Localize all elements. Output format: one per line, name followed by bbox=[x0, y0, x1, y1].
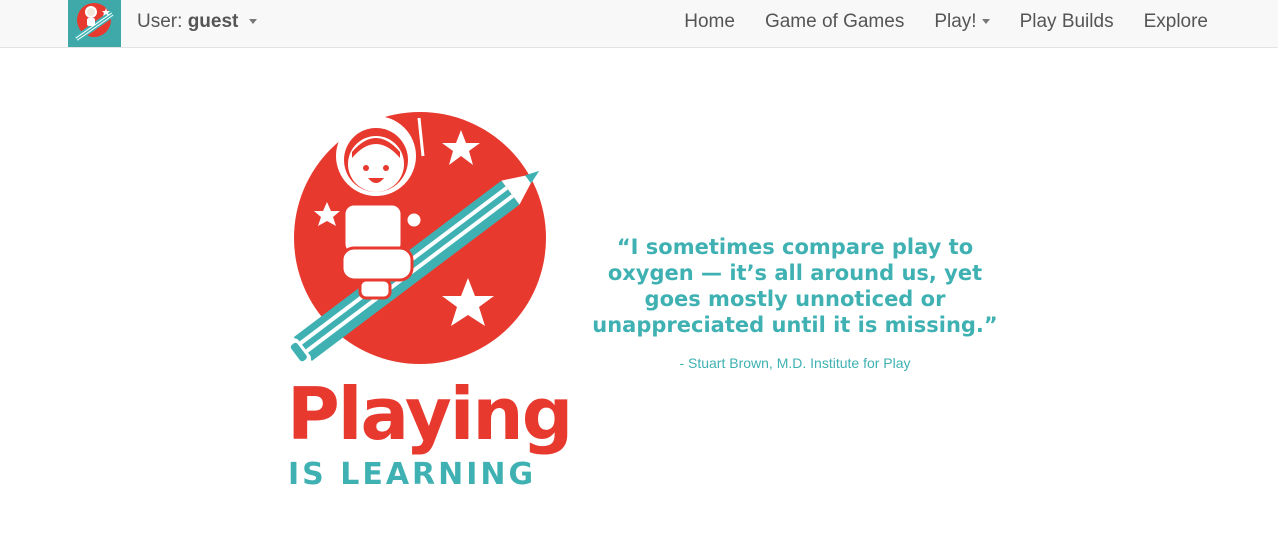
hero-quote: “I sometimes compare play to oxygen — it… bbox=[592, 235, 998, 337]
nav-item-play-label: Play! bbox=[934, 11, 977, 32]
logo-title: Playing bbox=[287, 372, 573, 456]
brand-logo-icon[interactable] bbox=[68, 0, 121, 47]
nav-item-explore[interactable]: Explore bbox=[1144, 0, 1208, 44]
nav-item-home[interactable]: Home bbox=[684, 0, 735, 44]
main-nav: Home Game of Games Play! Play Builds Exp… bbox=[654, 0, 1208, 44]
top-navbar: User: guest Home Game of Games Play! Pla… bbox=[0, 0, 1278, 48]
user-label: User: bbox=[137, 11, 183, 32]
user-menu-dropdown[interactable]: User: guest bbox=[137, 0, 257, 44]
nav-item-play-dropdown[interactable]: Play! bbox=[934, 0, 990, 44]
caret-down-icon bbox=[981, 19, 990, 25]
caret-down-icon bbox=[248, 19, 257, 25]
user-name: guest bbox=[187, 11, 239, 32]
nav-item-play-builds[interactable]: Play Builds bbox=[1020, 0, 1114, 44]
logo-subtitle: IS LEARNING bbox=[288, 457, 537, 492]
playing-is-learning-logo-icon bbox=[282, 108, 560, 398]
nav-item-game-of-games[interactable]: Game of Games bbox=[765, 0, 904, 44]
quote-author: - Stuart Brown, M.D. Institute for Play bbox=[679, 355, 911, 371]
